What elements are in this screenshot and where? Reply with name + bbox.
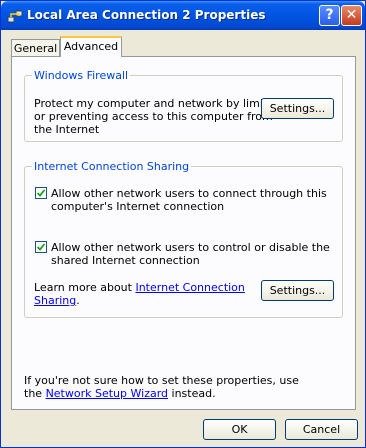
window-title: Local Area Connection 2 Properties bbox=[27, 8, 266, 22]
ics-settings-button[interactable]: Settings... bbox=[261, 280, 334, 301]
firewall-description-line2: or preventing access to this computer fr… bbox=[34, 110, 273, 123]
footer-line1: If you're not sure how to set these prop… bbox=[24, 374, 299, 387]
windows-firewall-group: Windows Firewall Protect my computer and… bbox=[24, 69, 343, 142]
checkmark-icon bbox=[37, 243, 45, 251]
firewall-description-line3: the Internet bbox=[34, 123, 100, 136]
tab-advanced[interactable]: Advanced bbox=[60, 36, 122, 57]
learn-more-suffix: . bbox=[76, 294, 80, 307]
allow-connect-label-line1[interactable]: Allow other network users to connect thr… bbox=[51, 187, 327, 200]
learn-more-line1: Learn more about Internet Connection bbox=[34, 281, 245, 294]
internet-connection-sharing-group: Internet Connection Sharing Allow other … bbox=[24, 160, 343, 318]
footer-line2: the Network Setup Wizard instead. bbox=[24, 387, 216, 400]
ics-label: Internet Connection Sharing bbox=[32, 160, 192, 173]
allow-connect-label-line2[interactable]: computer's Internet connection bbox=[51, 200, 224, 213]
firewall-settings-button[interactable]: Settings... bbox=[261, 98, 334, 119]
learn-more-line2: Sharing. bbox=[34, 294, 80, 307]
allow-control-label-line1[interactable]: Allow other network users to control or … bbox=[51, 241, 330, 254]
ics-help-link[interactable]: Internet Connection bbox=[135, 281, 244, 294]
network-connection-icon bbox=[7, 10, 23, 23]
title-bar[interactable]: Local Area Connection 2 Properties ? ✕ bbox=[1, 1, 365, 30]
close-button[interactable]: ✕ bbox=[341, 5, 362, 26]
advanced-panel: Windows Firewall Protect my computer and… bbox=[11, 56, 356, 410]
footer-suffix: instead. bbox=[168, 387, 216, 400]
allow-control-checkbox[interactable] bbox=[35, 241, 47, 253]
allow-connect-checkbox[interactable] bbox=[35, 187, 47, 199]
properties-window: Local Area Connection 2 Properties ? ✕ G… bbox=[0, 0, 366, 448]
firewall-description-line1: Protect my computer and network by limit… bbox=[34, 97, 285, 110]
learn-more-prefix: Learn more about bbox=[34, 281, 136, 294]
tab-general[interactable]: General bbox=[11, 39, 60, 57]
help-button[interactable]: ? bbox=[319, 5, 340, 26]
windows-firewall-label: Windows Firewall bbox=[32, 69, 131, 82]
footer-prefix: the bbox=[24, 387, 46, 400]
cancel-button[interactable]: Cancel bbox=[285, 419, 358, 440]
network-setup-wizard-link[interactable]: Network Setup Wizard bbox=[46, 387, 168, 400]
ok-button[interactable]: OK bbox=[203, 419, 276, 440]
checkmark-icon bbox=[37, 189, 45, 197]
allow-control-label-line2[interactable]: shared Internet connection bbox=[51, 254, 200, 267]
ics-help-link-continued[interactable]: Sharing bbox=[34, 294, 76, 307]
